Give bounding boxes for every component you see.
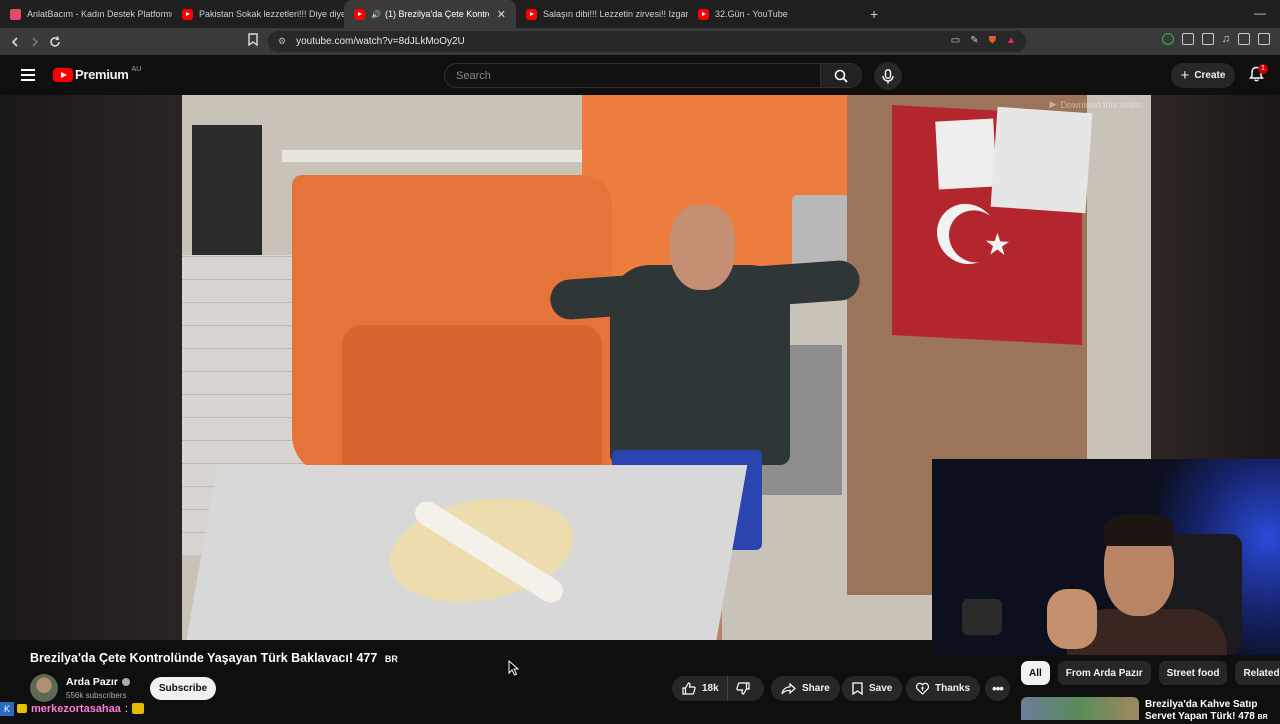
subscribe-button[interactable]: Subscribe bbox=[150, 677, 216, 700]
search-button[interactable] bbox=[820, 63, 862, 88]
like-button[interactable]: 18k bbox=[672, 676, 728, 701]
wallet-icon[interactable] bbox=[1258, 33, 1270, 45]
chat-username: merkezortasahaa bbox=[31, 702, 121, 715]
youtube-play-icon bbox=[53, 67, 73, 82]
brave-shield-icon[interactable]: ⛊ bbox=[989, 35, 997, 46]
youtube-premium-logo[interactable]: Premium AU bbox=[53, 66, 142, 82]
chip-all[interactable]: All bbox=[1021, 661, 1050, 685]
create-button[interactable]: + Create bbox=[1171, 63, 1235, 88]
browser-tab-strip: AnlatBacım - Kadın Destek Platformu Paki… bbox=[0, 0, 1280, 28]
chip-related[interactable]: Related bbox=[1235, 661, 1280, 685]
music-icon[interactable]: ♫ bbox=[1222, 33, 1230, 45]
bookmark-icon[interactable] bbox=[248, 33, 258, 51]
share-button[interactable]: Share bbox=[771, 676, 840, 701]
youtube-favicon-icon bbox=[526, 8, 537, 20]
thanks-button[interactable]: Thanks bbox=[906, 676, 981, 701]
thumbs-up-icon bbox=[682, 682, 696, 695]
share-group: Share bbox=[771, 676, 840, 701]
edit-icon[interactable]: ✎ bbox=[970, 35, 978, 46]
speaker-icon: 🔊 bbox=[371, 9, 381, 19]
sidebar-panel-icon[interactable] bbox=[1201, 33, 1214, 45]
notifications-button[interactable]: 1 bbox=[1249, 64, 1268, 87]
more-actions-icon[interactable]: ••• bbox=[985, 676, 1010, 701]
download-video-overlay[interactable]: ▶ Download this video bbox=[1050, 99, 1141, 110]
emote-icon bbox=[131, 703, 144, 714]
site-settings-icon[interactable]: ⚙ bbox=[278, 36, 286, 47]
youtube-favicon-icon bbox=[698, 8, 709, 20]
chat-separator: : bbox=[124, 702, 128, 715]
save-group: Save bbox=[842, 676, 903, 701]
chip-from-channel[interactable]: From Arda Pazır bbox=[1057, 661, 1151, 685]
dislike-button[interactable] bbox=[728, 676, 758, 701]
chat-message: K merkezortasahaa : bbox=[0, 701, 144, 716]
subscriber-badge-icon bbox=[17, 704, 27, 713]
channel-name[interactable]: Arda Pazır bbox=[66, 676, 130, 688]
browser-tab[interactable]: Pakistan Sokak lezzetleri!!! Diye diye bbox=[172, 0, 344, 28]
menu-icon[interactable] bbox=[21, 69, 35, 81]
tab-title: Salaşın dibi!!! Lezzetin zirvesi!! Izgar… bbox=[543, 9, 688, 19]
tab-title: 32.Gün - YouTube bbox=[715, 9, 788, 19]
close-tab-icon[interactable]: ✕ bbox=[497, 8, 506, 21]
cast-icon[interactable]: ▭ bbox=[951, 35, 960, 46]
webcam-overlay bbox=[932, 459, 1280, 655]
tab-title: Pakistan Sokak lezzetleri!!! Diye diye bbox=[199, 9, 344, 19]
extension-icons: ♫ bbox=[1161, 33, 1270, 45]
forward-icon[interactable] bbox=[25, 32, 45, 52]
browser-toolbar: ⚙ youtube.com/watch?v=8dJLkMoOy2U ▭ ✎ ⛊ … bbox=[0, 28, 1280, 55]
reload-icon[interactable] bbox=[45, 32, 65, 52]
search-icon bbox=[834, 69, 848, 83]
microphone-icon bbox=[882, 68, 894, 83]
back-icon[interactable] bbox=[5, 32, 25, 52]
subscriber-count: 556k subscribers bbox=[66, 691, 127, 700]
chip-street-food[interactable]: Street food bbox=[1158, 661, 1228, 685]
thumbs-down-icon bbox=[736, 682, 750, 695]
split-view-icon[interactable] bbox=[1238, 33, 1250, 45]
youtube-favicon-icon bbox=[354, 8, 365, 20]
recommended-video-title[interactable]: Brezilya'da Kahve Satıp Servet Yapan Tür… bbox=[1145, 699, 1280, 724]
youtube-favicon-icon bbox=[182, 8, 193, 20]
search-input[interactable]: Search bbox=[444, 63, 821, 88]
download-icon: ▶ bbox=[1049, 99, 1057, 109]
plus-icon: + bbox=[1180, 67, 1190, 84]
browser-tab[interactable]: Salaşın dibi!!! Lezzetin zirvesi!! Izgar… bbox=[516, 0, 688, 28]
site-favicon-icon bbox=[10, 8, 21, 20]
super-thanks-icon bbox=[916, 682, 929, 695]
address-bar[interactable]: ⚙ youtube.com/watch?v=8dJLkMoOy2U ▭ ✎ ⛊ … bbox=[268, 31, 1026, 52]
country-flag-code: BR bbox=[384, 654, 398, 664]
related-filter-chips: All From Arda Pazır Street food Related bbox=[1021, 661, 1280, 686]
like-dislike-group: 18k bbox=[672, 676, 764, 701]
notification-badge: 1 bbox=[1258, 64, 1268, 74]
browser-tab[interactable]: AnlatBacım - Kadın Destek Platformu bbox=[0, 0, 172, 28]
new-tab-button[interactable]: + bbox=[870, 6, 878, 22]
tab-title: (1) Brezilya'da Çete Kontrolü bbox=[384, 9, 489, 19]
voice-search-button[interactable] bbox=[874, 62, 902, 90]
thanks-group: Thanks bbox=[906, 676, 981, 701]
channel-avatar[interactable] bbox=[30, 674, 58, 702]
save-playlist-icon bbox=[852, 682, 863, 695]
url-text: youtube.com/watch?v=8dJLkMoOy2U bbox=[296, 36, 465, 47]
mouse-cursor-icon bbox=[508, 660, 519, 676]
video-title: Brezilya'da Çete Kontrolünde Yaşayan Tür… bbox=[30, 651, 398, 665]
save-button[interactable]: Save bbox=[842, 676, 903, 701]
verified-icon bbox=[121, 678, 130, 686]
minimize-window-icon[interactable]: — bbox=[1254, 6, 1266, 20]
youtube-header: Premium AU Search + Create 1 bbox=[0, 55, 1280, 95]
region-code: AU bbox=[131, 66, 142, 73]
browser-tab[interactable]: 32.Gün - YouTube bbox=[688, 0, 860, 28]
more-actions-group: ••• bbox=[985, 676, 1010, 701]
rewards-icon[interactable]: ▲ bbox=[1006, 35, 1016, 46]
kick-badge-icon: K bbox=[0, 701, 14, 716]
share-icon bbox=[781, 682, 796, 695]
recommended-video-thumbnail[interactable] bbox=[1021, 697, 1139, 720]
browser-tab-active[interactable]: 🔊 (1) Brezilya'da Çete Kontrolü ✕ bbox=[344, 0, 516, 28]
tab-title: AnlatBacım - Kadın Destek Platformu bbox=[27, 9, 172, 19]
puzzle-icon[interactable] bbox=[1181, 33, 1194, 45]
extension-icon[interactable] bbox=[1161, 33, 1174, 45]
